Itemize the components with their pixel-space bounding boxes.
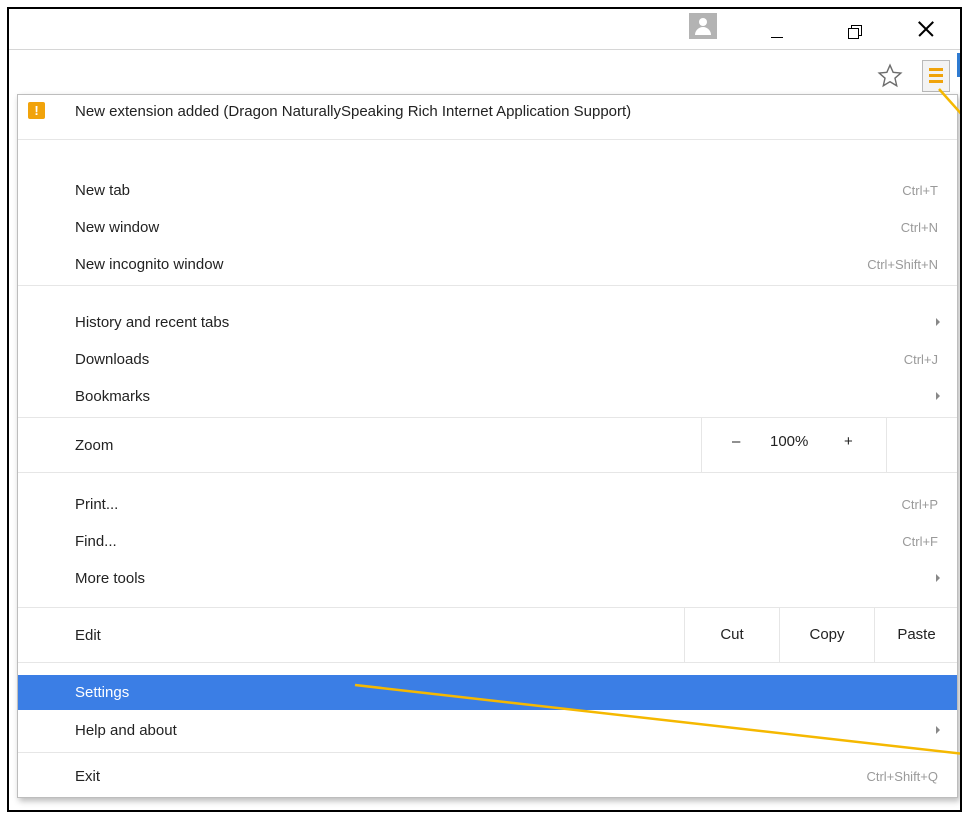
- hamburger-menu-icon[interactable]: [922, 60, 950, 92]
- submenu-arrow-icon: [936, 726, 940, 734]
- menu-item-edit: Edit Cut Copy Paste: [18, 608, 957, 662]
- minimize-icon[interactable]: [754, 15, 800, 45]
- menu-item-new-window[interactable]: New window Ctrl+N: [18, 209, 957, 246]
- menu-item-label: Help and about: [75, 722, 177, 739]
- browser-window: ! New extension added (Dragon NaturallyS…: [7, 7, 962, 812]
- menu-item-zoom: Zoom – 100% +: [18, 418, 957, 472]
- toolbar: [9, 53, 960, 95]
- zoom-in-button[interactable]: +: [844, 433, 853, 450]
- menu-item-label: Print...: [75, 496, 119, 513]
- extension-notice-label: New extension added (Dragon NaturallySpe…: [75, 103, 632, 120]
- menu-item-label: Find...: [75, 533, 117, 550]
- menu-item-help[interactable]: Help and about: [18, 712, 957, 749]
- menu-item-new-tab[interactable]: New tab Ctrl+T: [18, 172, 957, 209]
- zoom-out-button[interactable]: –: [732, 433, 740, 450]
- menu-item-label: Downloads: [75, 351, 150, 368]
- shortcut-text: Ctrl+Shift+Q: [866, 769, 938, 784]
- star-icon[interactable]: [877, 63, 903, 89]
- extension-notice-item[interactable]: ! New extension added (Dragon NaturallyS…: [18, 95, 957, 137]
- shortcut-text: Ctrl+J: [903, 352, 938, 367]
- menu-item-label: Bookmarks: [75, 388, 151, 405]
- menu-item-label: History and recent tabs: [75, 314, 230, 331]
- menu-item-label: More tools: [75, 570, 146, 587]
- submenu-arrow-icon: [936, 392, 940, 400]
- tab-edge: [957, 53, 960, 77]
- copy-button[interactable]: Copy: [779, 608, 874, 662]
- menu-separator: [18, 139, 957, 140]
- menu-item-downloads[interactable]: Downloads Ctrl+J: [18, 341, 957, 378]
- shortcut-text: Ctrl+F: [902, 534, 938, 549]
- menu-item-bookmarks[interactable]: Bookmarks: [18, 378, 957, 415]
- zoom-controls: – 100% +: [692, 418, 958, 472]
- cut-button[interactable]: Cut: [684, 608, 779, 662]
- menu-item-label: New window: [75, 219, 160, 236]
- shortcut-text: Ctrl+T: [902, 183, 938, 198]
- menu-item-more-tools[interactable]: More tools: [18, 560, 957, 597]
- paste-button[interactable]: Paste: [874, 608, 958, 662]
- shortcut-text: Ctrl+P: [901, 497, 938, 512]
- warning-icon: !: [28, 102, 45, 119]
- zoom-stepper: – 100% +: [701, 418, 886, 472]
- menu-item-exit[interactable]: Exit Ctrl+Shift+Q: [18, 758, 957, 795]
- menu-item-label: Edit: [75, 627, 101, 644]
- menu-separator: [18, 662, 957, 663]
- restore-icon[interactable]: [831, 15, 877, 45]
- menu-item-label: New tab: [75, 182, 131, 199]
- menu-item-label: New incognito window: [75, 256, 224, 273]
- close-icon[interactable]: [905, 15, 951, 45]
- zoom-level: 100%: [770, 433, 809, 450]
- chrome-main-menu: ! New extension added (Dragon NaturallyS…: [17, 94, 958, 798]
- menu-item-label: Exit: [75, 768, 101, 785]
- menu-separator: [18, 285, 957, 286]
- menu-item-find[interactable]: Find... Ctrl+F: [18, 523, 957, 560]
- fullscreen-button[interactable]: [886, 418, 958, 472]
- shortcut-text: Ctrl+N: [900, 220, 938, 235]
- profile-icon[interactable]: [689, 13, 717, 39]
- menu-item-label: Zoom: [75, 437, 114, 454]
- submenu-arrow-icon: [936, 574, 940, 582]
- menu-separator: [18, 752, 957, 753]
- shortcut-text: Ctrl+Shift+N: [867, 257, 938, 272]
- submenu-arrow-icon: [936, 318, 940, 326]
- title-bar-divider: [9, 49, 960, 50]
- menu-item-print[interactable]: Print... Ctrl+P: [18, 486, 957, 523]
- menu-item-history[interactable]: History and recent tabs: [18, 304, 957, 341]
- menu-separator: [18, 472, 957, 473]
- menu-item-settings[interactable]: Settings: [18, 675, 957, 710]
- menu-item-new-incognito[interactable]: New incognito window Ctrl+Shift+N: [18, 246, 957, 283]
- menu-item-label: Settings: [75, 684, 130, 701]
- title-bar: [9, 9, 960, 53]
